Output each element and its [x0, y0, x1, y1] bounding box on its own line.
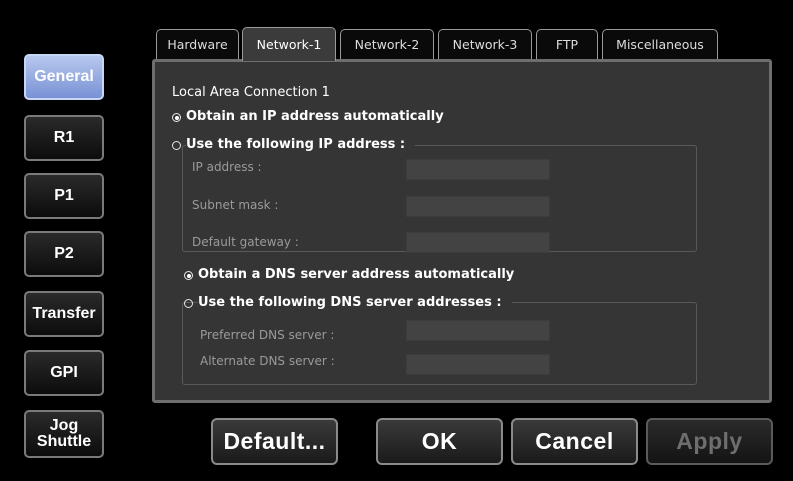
dns-auto-label[interactable]: Obtain a DNS server address automaticall… — [198, 267, 514, 282]
tab-network-1[interactable]: Network-1 — [242, 27, 336, 61]
alternate-dns-label: Alternate DNS server : — [200, 354, 335, 368]
sidebar-item-p2[interactable]: P2 — [24, 231, 104, 277]
dns-auto-radio[interactable] — [184, 271, 193, 280]
preferred-dns-input[interactable] — [406, 320, 550, 341]
ip-manual-radio[interactable] — [172, 141, 181, 150]
ok-button[interactable]: OK — [376, 418, 503, 465]
alternate-dns-input[interactable] — [406, 354, 550, 375]
tab-miscellaneous[interactable]: Miscellaneous — [602, 29, 718, 59]
ip-manual-label[interactable]: Use the following IP address : — [186, 137, 416, 152]
ip-auto-radio[interactable] — [172, 113, 181, 122]
tab-network-2[interactable]: Network-2 — [340, 29, 434, 59]
ip-address-input[interactable] — [406, 159, 550, 180]
subnet-mask-input[interactable] — [406, 196, 550, 217]
default-button[interactable]: Default... — [211, 418, 338, 465]
sidebar-item-jog-shuttle[interactable]: Jog Shuttle — [24, 410, 104, 458]
sidebar-item-transfer[interactable]: Transfer — [24, 291, 104, 337]
sidebar-item-gpi[interactable]: GPI — [24, 350, 104, 396]
tab-ftp[interactable]: FTP — [536, 29, 598, 59]
cancel-button[interactable]: Cancel — [511, 418, 638, 465]
default-gateway-label: Default gateway : — [192, 235, 299, 249]
preferred-dns-label: Preferred DNS server : — [200, 328, 335, 342]
default-gateway-input[interactable] — [406, 232, 550, 253]
apply-button[interactable]: Apply — [646, 418, 773, 465]
sidebar-item-r1[interactable]: R1 — [24, 115, 104, 161]
tab-network-3[interactable]: Network-3 — [438, 29, 532, 59]
sidebar-item-general[interactable]: General — [24, 54, 104, 100]
tab-hardware[interactable]: Hardware — [156, 29, 239, 59]
dns-manual-radio[interactable] — [184, 299, 193, 308]
ip-address-label: IP address : — [192, 160, 262, 174]
connection-heading: Local Area Connection 1 — [172, 85, 330, 100]
sidebar-item-p1[interactable]: P1 — [24, 173, 104, 219]
subnet-mask-label: Subnet mask : — [192, 198, 279, 212]
network-settings-panel: Local Area Connection 1 Obtain an IP add… — [152, 59, 772, 403]
ip-auto-label[interactable]: Obtain an IP address automatically — [186, 109, 444, 124]
dns-manual-label[interactable]: Use the following DNS server addresses : — [198, 295, 512, 310]
